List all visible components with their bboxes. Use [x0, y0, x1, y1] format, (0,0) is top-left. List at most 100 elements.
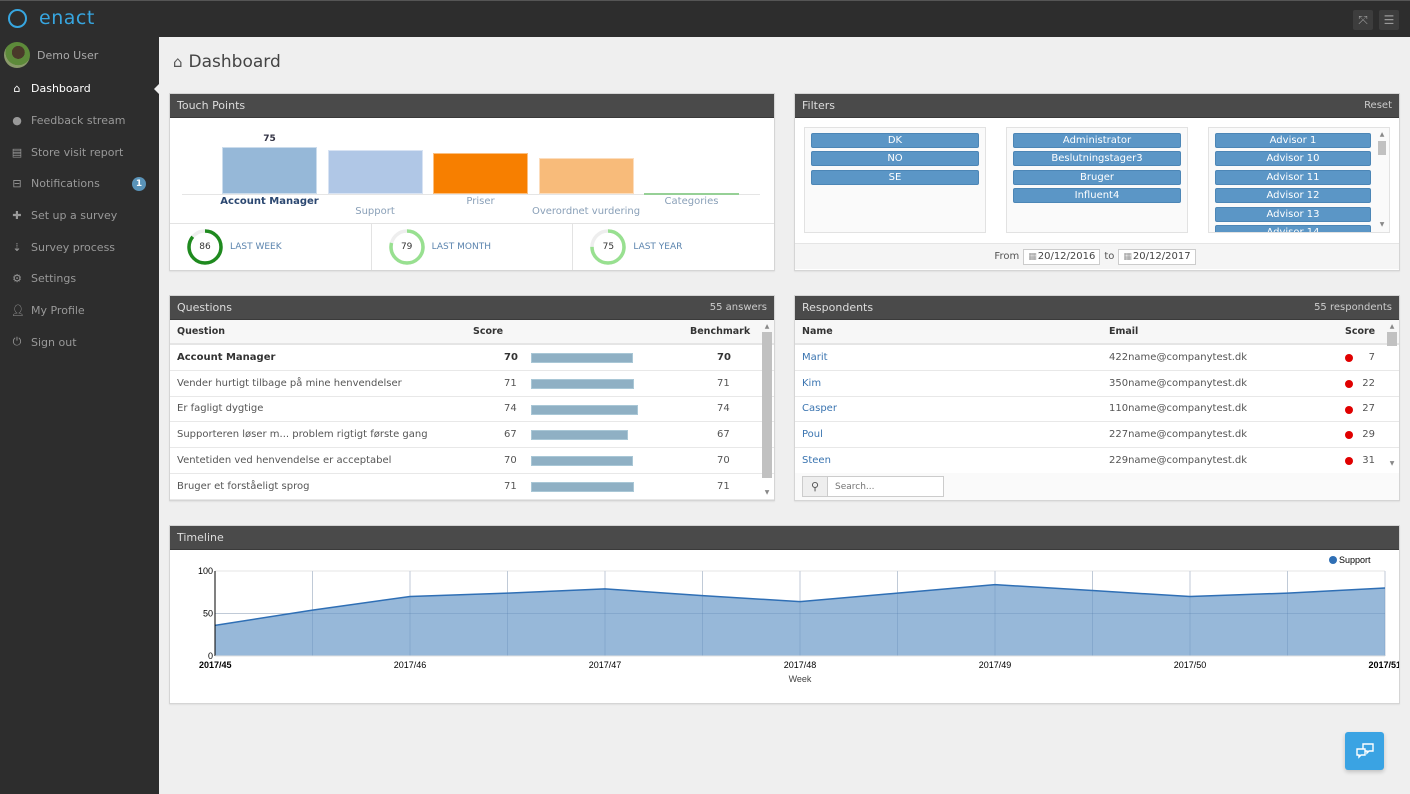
menu-button[interactable]: ☰	[1379, 10, 1399, 30]
bar-category-label[interactable]: Support	[318, 206, 433, 217]
table-row[interactable]: Kim 350name@companytest.dk 22	[795, 371, 1399, 397]
period-last-week[interactable]: 86 LAST WEEK	[170, 224, 372, 270]
chat-button[interactable]	[1345, 732, 1384, 770]
table-row[interactable]: Marit 422name@companytest.dk 7	[795, 345, 1399, 371]
respondent-name-link[interactable]: Kim	[802, 378, 821, 389]
bar-categories[interactable]	[644, 192, 739, 195]
column-benchmark[interactable]: Benchmark	[690, 326, 750, 337]
question-benchmark: 74	[717, 403, 730, 415]
sidebar-item-set-up-survey[interactable]: ✚ Set up a survey	[0, 200, 159, 232]
touch-points-chart: 75 Account Manager Support Priser Overordnet…	[170, 118, 774, 223]
scroll-down-icon[interactable]: ▼	[1377, 220, 1387, 230]
period-label[interactable]: LAST MONTH	[432, 242, 491, 252]
filter-chip[interactable]: Advisor 1	[1215, 133, 1371, 148]
table-row[interactable]: Poul 227name@companytest.dk 29	[795, 422, 1399, 449]
from-label: From	[994, 251, 1020, 262]
scroll-up-icon[interactable]: ▲	[762, 323, 772, 332]
search-button[interactable]: ⚲	[802, 476, 828, 497]
filter-chip[interactable]: Advisor 11	[1215, 169, 1371, 185]
score-bar	[531, 353, 633, 363]
to-date-input[interactable]: ▦ 20/12/2017	[1118, 248, 1196, 265]
filter-chip[interactable]: NO	[811, 151, 979, 167]
sidebar-item-feedback-stream[interactable]: ● Feedback stream	[0, 105, 159, 137]
scroll-thumb[interactable]	[1378, 141, 1386, 155]
scroll-down-icon[interactable]: ▼	[1387, 460, 1397, 469]
sidebar-item-label: Sign out	[31, 335, 77, 349]
column-score[interactable]: Score	[473, 326, 503, 337]
legend-marker-support[interactable]	[1329, 556, 1337, 564]
scrollbar[interactable]: ▲ ▼	[1377, 130, 1387, 230]
filters-panel: Filters Reset DK NO SE Administrator Beslut…	[794, 93, 1400, 271]
sidebar-item-store-visit-report[interactable]: ▤ Store visit report	[0, 136, 159, 168]
respondent-name-link[interactable]: Steen	[802, 455, 831, 466]
sidebar-item-sign-out[interactable]: ⏻ Sign out	[0, 327, 159, 359]
filter-chip[interactable]: Bruger	[1013, 169, 1181, 185]
bar-category-label[interactable]: Account Manager	[212, 196, 327, 207]
filter-chip[interactable]: Advisor 13	[1215, 206, 1371, 222]
sidebar-item-dashboard[interactable]: ⌂ Dashboard	[0, 73, 159, 105]
sidebar-item-my-profile[interactable]: 👤︎ My Profile	[0, 295, 159, 327]
table-row[interactable]: Account Manager 70 70	[170, 345, 774, 371]
column-question[interactable]: Question	[177, 326, 225, 337]
respondent-score: 31	[1362, 455, 1375, 467]
column-name[interactable]: Name	[802, 326, 833, 337]
scrollbar[interactable]: ▲ ▼	[1387, 323, 1397, 469]
respondent-email: 110name@companytest.dk	[1109, 403, 1248, 415]
from-date-input[interactable]: ▦ 20/12/2016	[1023, 248, 1101, 265]
respondent-name-link[interactable]: Marit	[802, 352, 828, 363]
period-label[interactable]: LAST WEEK	[230, 242, 282, 252]
table-row[interactable]: Steen 229name@companytest.dk 31	[795, 448, 1399, 474]
bar-overordnet-vurdering[interactable]	[538, 158, 634, 194]
bar-support[interactable]	[327, 150, 423, 194]
filter-chip[interactable]: DK	[811, 133, 979, 148]
bar-priser[interactable]	[433, 153, 528, 194]
bar-account-manager[interactable]	[222, 147, 317, 194]
reset-button[interactable]: Reset	[1364, 100, 1392, 111]
filter-chip[interactable]: Advisor 10	[1215, 151, 1371, 167]
sidebar-item-notifications[interactable]: ⊟ Notifications 1	[0, 168, 159, 200]
sidebar-item-label: Dashboard	[31, 82, 91, 96]
search-input[interactable]	[828, 476, 944, 497]
scroll-down-icon[interactable]: ▼	[762, 489, 772, 498]
scrollbar[interactable]: ▲ ▼	[762, 323, 772, 498]
from-date-value: 20/12/2016	[1037, 251, 1096, 262]
filter-chip[interactable]: Influent4	[1013, 188, 1181, 204]
scroll-thumb[interactable]	[1387, 332, 1397, 346]
sidebar-item-survey-process[interactable]: ⇣ Survey process	[0, 231, 159, 263]
column-score[interactable]: Score	[1345, 326, 1375, 337]
scroll-thumb[interactable]	[762, 332, 772, 478]
bar-category-label[interactable]: Overordnet vurdering	[529, 206, 644, 217]
sidebar-item-settings[interactable]: ⚙ Settings	[0, 263, 159, 295]
table-row[interactable]: Er fagligt dygtige 74 74	[170, 397, 774, 423]
period-last-year[interactable]: 75 LAST YEAR	[573, 224, 774, 270]
period-last-month[interactable]: 79 LAST MONTH	[372, 224, 574, 270]
user-profile[interactable]: Demo User	[4, 42, 98, 68]
legend-label-support[interactable]: Support	[1339, 555, 1371, 565]
table-row[interactable]: Bruger et forståeligt sprog 71 71	[170, 474, 774, 500]
respondent-name-link[interactable]: Poul	[802, 429, 823, 440]
scroll-up-icon[interactable]: ▲	[1377, 130, 1387, 140]
filter-chip[interactable]: Administrator	[1013, 133, 1181, 148]
bar-category-label[interactable]: Categories	[634, 196, 749, 207]
column-email[interactable]: Email	[1109, 326, 1138, 337]
fullscreen-button[interactable]: ⤧	[1353, 10, 1373, 30]
table-row[interactable]: Vender hurtigt tilbage på mine henvendel…	[170, 371, 774, 397]
table-row[interactable]: Ventetiden ved henvendelse er acceptabel…	[170, 448, 774, 474]
filter-chip[interactable]: Advisor 14	[1215, 224, 1371, 232]
table-row[interactable]: Casper 110name@companytest.dk 27	[795, 397, 1399, 423]
home-icon: ⌂	[173, 53, 183, 71]
calendar-icon: ▦	[1028, 251, 1037, 262]
table-row[interactable]: Supporteren løser m... problem rigtigt f…	[170, 422, 774, 449]
period-label[interactable]: LAST YEAR	[633, 242, 682, 252]
bar-category-label[interactable]: Priser	[423, 196, 538, 207]
scroll-up-icon[interactable]: ▲	[1387, 323, 1397, 332]
respondent-name-link[interactable]: Casper	[802, 403, 837, 414]
filter-chip[interactable]: Advisor 12	[1215, 188, 1371, 204]
period-scores: 86 LAST WEEK 79 LAST MONTH 75 LAST YEAR	[170, 223, 774, 270]
filter-chip[interactable]: SE	[811, 169, 979, 185]
plus-icon: ✚	[12, 209, 22, 223]
answers-count: 55 answers	[709, 302, 767, 313]
filter-chip[interactable]: Beslutningstager3	[1013, 151, 1181, 167]
sidebar-item-label: Survey process	[31, 240, 116, 254]
app-logo[interactable]: enact	[8, 9, 95, 28]
